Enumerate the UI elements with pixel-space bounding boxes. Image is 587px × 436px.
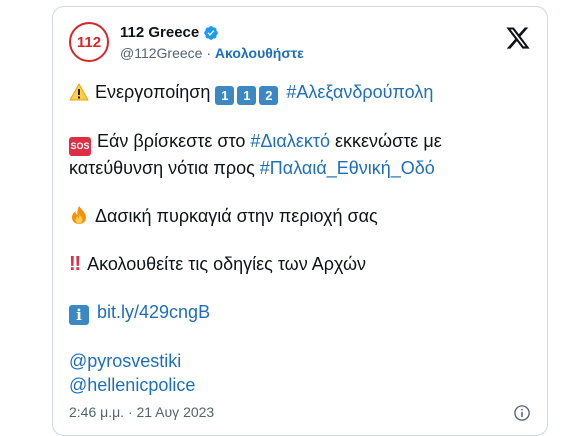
name-row: 112 Greece: [120, 24, 219, 41]
avatar-text: 112: [76, 33, 102, 51]
evacuation-line-1: SOS Εάν βρίσκεστε στο #Διαλεκτό εκκενώστε…: [69, 129, 531, 156]
follow-text: Ακολουθείτε τις οδηγίες των Αρχών: [87, 254, 367, 274]
sos-icon: SOS: [69, 137, 91, 156]
tweet-timestamp[interactable]: 2:46 μ.μ. · 21 Αυγ 2023: [69, 404, 214, 420]
keycap-2: 2: [259, 86, 279, 105]
fire-line: Δασική πυρκαγιά στην περιοχή σας: [69, 204, 531, 228]
evac-text-1: Εάν βρίσκεστε στο: [97, 131, 246, 151]
fire-text: Δασική πυρκαγιά στην περιοχή σας: [95, 206, 378, 226]
tweet-body: Ενεργοποίηση 112 #Αλεξανδρούπολη SOS Εάν …: [69, 80, 531, 397]
warning-icon: [69, 83, 89, 101]
link-line: i bit.ly/429cngB: [69, 300, 531, 325]
double-exclamation-icon: ‼: [69, 253, 81, 275]
fire-icon: [72, 206, 86, 224]
handle-separator: ·: [206, 45, 212, 61]
mention-line-1: @pyrosvestiki: [69, 349, 531, 373]
x-logo-icon[interactable]: [505, 25, 531, 51]
handle[interactable]: @112Greece: [120, 45, 202, 61]
display-name[interactable]: 112 Greece: [120, 24, 199, 41]
evac-text-3: κατεύθυνση νότια προς: [69, 158, 255, 178]
keycap-1-first: 1: [215, 86, 235, 105]
activation-text: Ενεργοποίηση: [95, 82, 211, 102]
instructions-line: ‼ Ακολουθείτε τις οδηγίες των Αρχών: [69, 252, 531, 276]
handle-row: @112Greece · Ακολουθήστε: [120, 45, 304, 61]
activation-line: Ενεργοποίηση 112 #Αλεξανδρούπολη: [69, 80, 531, 105]
hashtag-city[interactable]: #Αλεξανδρούπολη: [286, 82, 433, 102]
short-link[interactable]: bit.ly/429cngB: [97, 302, 210, 322]
verified-badge-icon: [204, 25, 219, 40]
avatar[interactable]: 112: [69, 22, 109, 62]
mention-hellenicpolice[interactable]: @hellenicpolice: [69, 375, 195, 395]
information-icon: i: [69, 305, 89, 325]
tweet-header: 112 112 Greece @112Greece · Ακολουθήστε: [69, 19, 531, 69]
follow-button[interactable]: Ακολουθήστε: [215, 45, 304, 61]
mention-line-2: @hellenicpolice: [69, 373, 531, 397]
info-circle-icon[interactable]: [513, 404, 531, 422]
hashtag-road[interactable]: #Παλαιά_Εθνική_Οδό: [260, 158, 435, 178]
tweet-card: 112 112 Greece @112Greece · Ακολουθήστε …: [52, 6, 548, 436]
evac-text-2: εκκενώστε με: [334, 131, 442, 151]
evacuation-line-2: κατεύθυνση νότια προς #Παλαιά_Εθνική_Οδό: [69, 156, 531, 180]
keycap-1-second: 1: [237, 86, 257, 105]
hashtag-area[interactable]: #Διαλεκτό: [250, 131, 330, 151]
mention-pyrosvestiki[interactable]: @pyrosvestiki: [69, 351, 181, 371]
